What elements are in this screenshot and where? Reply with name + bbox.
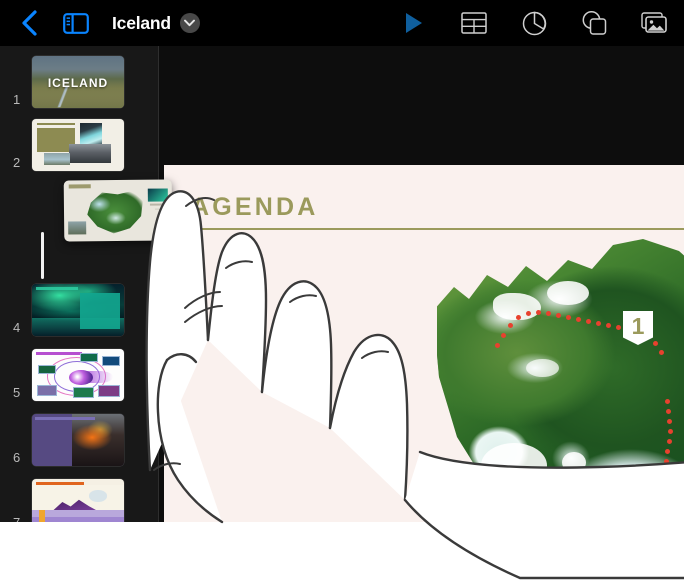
thumb-art <box>101 356 121 366</box>
toolbar: Iceland <box>0 0 684 46</box>
thumb-art <box>34 416 96 421</box>
thumb-art <box>43 153 70 165</box>
pie-chart-icon <box>522 11 546 35</box>
thumb-art <box>35 482 84 486</box>
map-glacier <box>562 452 586 473</box>
slide-list-item[interactable]: 1 ICELAND <box>0 51 158 113</box>
iceland-satellite-map[interactable] <box>437 239 684 522</box>
thumbnail-title: ICELAND <box>47 75 109 90</box>
table-grid-icon <box>461 12 487 34</box>
media-photos-icon <box>641 12 667 33</box>
thumb-art <box>39 510 45 522</box>
document-title: Iceland <box>112 12 171 33</box>
thumb-art <box>89 490 108 502</box>
play-triangle-icon <box>406 13 422 33</box>
thumb-art <box>69 184 91 189</box>
thumb-art <box>35 286 78 291</box>
map-glacier <box>481 443 547 488</box>
thumb-art <box>150 203 168 206</box>
thumb-art <box>83 187 146 238</box>
chevron-down-icon <box>184 19 196 27</box>
slide-thumbnail-5[interactable] <box>32 349 124 401</box>
dragged-slide-thumbnail[interactable] <box>63 179 173 242</box>
map-glacier <box>526 359 559 377</box>
insert-chart-button[interactable] <box>504 0 564 46</box>
toolbar-right-group <box>384 0 684 46</box>
thumb-art <box>68 369 93 386</box>
map-marker-label: 1 <box>631 313 645 339</box>
slide-list-item[interactable]: 5 <box>0 344 158 406</box>
slide-number: 5 <box>13 385 21 400</box>
thumb-art <box>37 364 57 374</box>
slide-title-rule <box>190 228 684 230</box>
thumb-art <box>148 188 168 202</box>
thumb-art <box>36 385 57 397</box>
thumb-art <box>79 293 121 329</box>
play-button[interactable] <box>384 0 444 46</box>
thumb-art <box>32 414 73 466</box>
chevron-left-icon <box>22 10 37 36</box>
thumb-art <box>32 517 124 522</box>
slide-thumbnail-7[interactable] <box>32 479 124 522</box>
slide-title: AGENDA <box>191 193 319 221</box>
insert-shape-button[interactable] <box>564 0 624 46</box>
iceland-map-container[interactable]: 1 3 <box>437 233 684 522</box>
thumb-art <box>98 385 121 397</box>
thumb-art <box>154 208 168 211</box>
slide-number: 1 <box>13 92 21 107</box>
slide-drop-indicator <box>41 232 44 279</box>
map-glacier <box>547 281 589 305</box>
document-menu-button[interactable] <box>179 13 200 33</box>
sidebar-toggle-button[interactable] <box>54 6 98 40</box>
sidebar-toggle-icon <box>63 12 89 34</box>
slide-canvas[interactable]: AGENDA 1 3 <box>164 165 684 522</box>
map-marker-label: 3 <box>558 488 572 514</box>
slide-number: 6 <box>13 450 21 465</box>
thumb-art <box>79 352 99 362</box>
slide-thumbnail-1[interactable]: ICELAND <box>32 56 124 108</box>
slide-number: 7 <box>13 515 20 522</box>
thumb-art <box>68 143 112 163</box>
slide-number: 4 <box>13 320 21 335</box>
slide-navigator[interactable]: 1 ICELAND 2 4 5 6 <box>0 46 158 522</box>
thumb-art <box>32 510 124 518</box>
slide-list-item[interactable]: 4 <box>0 279 158 341</box>
slide-list-item[interactable]: 6 <box>0 409 158 471</box>
slide-number: 2 <box>13 155 21 170</box>
toolbar-left-group: Iceland <box>0 6 200 40</box>
slide-canvas-area[interactable]: AGENDA 1 3 <box>159 46 684 522</box>
app-window: Iceland 1 ICELAND 2 4 5 6 AGENDA 1 3 <box>0 0 684 522</box>
slide-thumbnail-2[interactable] <box>32 119 124 171</box>
slide-list-item[interactable]: 2 <box>0 114 158 176</box>
thumb-art <box>36 122 76 126</box>
slide-thumbnail-4[interactable] <box>32 284 124 336</box>
slide-list-item[interactable]: 7 <box>0 474 158 522</box>
thumb-art <box>73 387 94 398</box>
thumb-art <box>79 122 102 146</box>
thumb-art <box>70 414 124 466</box>
thumb-art <box>35 352 82 356</box>
insert-table-button[interactable] <box>444 0 504 46</box>
shapes-icon <box>582 11 607 35</box>
slide-thumbnail-6[interactable] <box>32 414 124 466</box>
back-button[interactable] <box>12 6 46 40</box>
insert-media-button[interactable] <box>624 0 684 46</box>
thumb-art <box>68 221 86 235</box>
